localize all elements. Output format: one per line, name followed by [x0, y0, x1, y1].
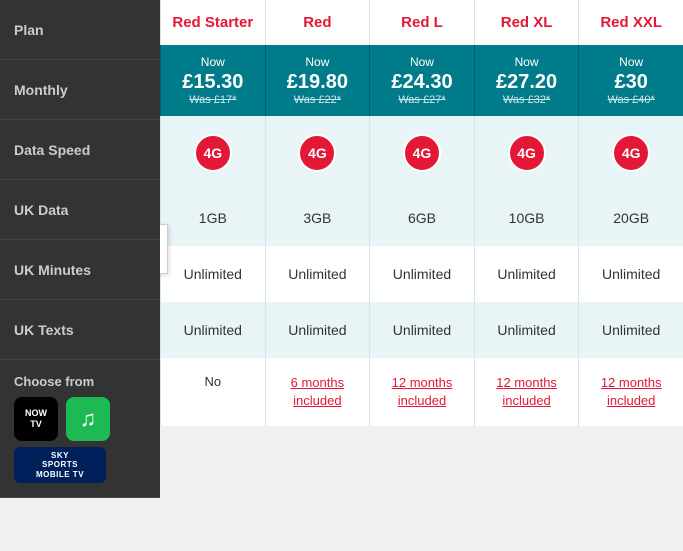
sidebar-item-uk-data: UK Data	[0, 180, 160, 240]
uk-texts-1: Unlimited	[265, 302, 370, 358]
bonus-row: No 6 months included 12 months included …	[160, 358, 683, 426]
uk-minutes-3: Unlimited	[474, 246, 579, 302]
speed-row: 4G 4G 4G 4G 4G	[160, 116, 683, 190]
sidebar-item-monthly: Monthly	[0, 60, 160, 120]
price-cell-4: Now £30 Was £40*	[578, 45, 683, 116]
sidebar-item-choose-from: Choose from NOWTV ♫ SKYSPORTSMOBILE TV	[0, 360, 160, 498]
4g-badge-3: 4G	[508, 134, 546, 172]
sidebar: Plan Monthly Data Speed UK Data UK Minut…	[0, 0, 160, 498]
sidebar-item-uk-texts: UK Texts	[0, 300, 160, 360]
bonus-link-4[interactable]: 12 months included	[583, 374, 679, 410]
speed-cell-2: 4G	[369, 116, 474, 190]
bonus-link-2[interactable]: 12 months included	[374, 374, 470, 410]
uk-texts-4: Unlimited	[578, 302, 683, 358]
nowtv-logo: NOWTV	[14, 397, 58, 441]
uk-data-4: 20GB	[578, 190, 683, 246]
uk-texts-row: Unlimited Unlimited Unlimited Unlimited …	[160, 302, 683, 358]
plan-name-0: Red Starter	[160, 0, 265, 45]
price-cell-3: Now £27.20 Was £32*	[474, 45, 579, 116]
plan-name-1: Red	[265, 0, 370, 45]
sidebar-item-data-speed: Data Speed	[0, 120, 160, 180]
uk-minutes-4: Unlimited	[578, 246, 683, 302]
spotify-logo: ♫	[66, 397, 110, 441]
price-row: Now £15.30 Was £17* Now £19.80 Was £22* …	[160, 45, 683, 116]
uk-minutes-row: Unlimited Unlimited Unlimited Unlimited …	[160, 246, 683, 302]
uk-minutes-1: Unlimited	[265, 246, 370, 302]
bonus-cell-2[interactable]: 12 months included	[369, 358, 474, 426]
speed-cell-1: 4G	[265, 116, 370, 190]
bonus-link-3[interactable]: 12 months included	[479, 374, 575, 410]
plan-name-4: Red XXL	[578, 0, 683, 45]
speed-cell-3: 4G	[474, 116, 579, 190]
uk-data-1: 3GB	[265, 190, 370, 246]
logos-row: NOWTV ♫	[14, 397, 110, 441]
price-cell-1: Now £19.80 Was £22*	[265, 45, 370, 116]
bonus-cell-0: No	[160, 358, 265, 426]
4g-badge-0: 4G	[194, 134, 232, 172]
sky-logo: SKYSPORTSMOBILE TV	[14, 447, 106, 483]
speed-cell-4: 4G	[578, 116, 683, 190]
plans-table: ‹ Red Starter Red Red L Red XL Red XXL N…	[160, 0, 683, 498]
uk-data-row: 1GB 3GB 6GB 10GB 20GB	[160, 190, 683, 246]
header-row: Red Starter Red Red L Red XL Red XXL	[160, 0, 683, 45]
uk-data-0: 1GB	[160, 190, 265, 246]
prev-arrow[interactable]: ‹	[160, 224, 168, 274]
sidebar-item-plan: Plan	[0, 0, 160, 60]
price-cell-2: Now £24.30 Was £27*	[369, 45, 474, 116]
uk-data-2: 6GB	[369, 190, 474, 246]
uk-minutes-2: Unlimited	[369, 246, 474, 302]
bonus-cell-4[interactable]: 12 months included	[578, 358, 683, 426]
sidebar-item-uk-minutes: UK Minutes	[0, 240, 160, 300]
uk-texts-3: Unlimited	[474, 302, 579, 358]
price-cell-0: Now £15.30 Was £17*	[160, 45, 265, 116]
uk-minutes-0: Unlimited	[160, 246, 265, 302]
bonus-cell-3[interactable]: 12 months included	[474, 358, 579, 426]
plan-name-2: Red L	[369, 0, 474, 45]
4g-badge-4: 4G	[612, 134, 650, 172]
speed-cell-0: 4G	[160, 116, 265, 190]
uk-texts-0: Unlimited	[160, 302, 265, 358]
bonus-cell-1[interactable]: 6 months included	[265, 358, 370, 426]
uk-texts-2: Unlimited	[369, 302, 474, 358]
bonus-link-1[interactable]: 6 months included	[270, 374, 366, 410]
4g-badge-1: 4G	[298, 134, 336, 172]
uk-data-3: 10GB	[474, 190, 579, 246]
choose-from-label: Choose from	[14, 374, 94, 389]
4g-badge-2: 4G	[403, 134, 441, 172]
plan-name-3: Red XL	[474, 0, 579, 45]
